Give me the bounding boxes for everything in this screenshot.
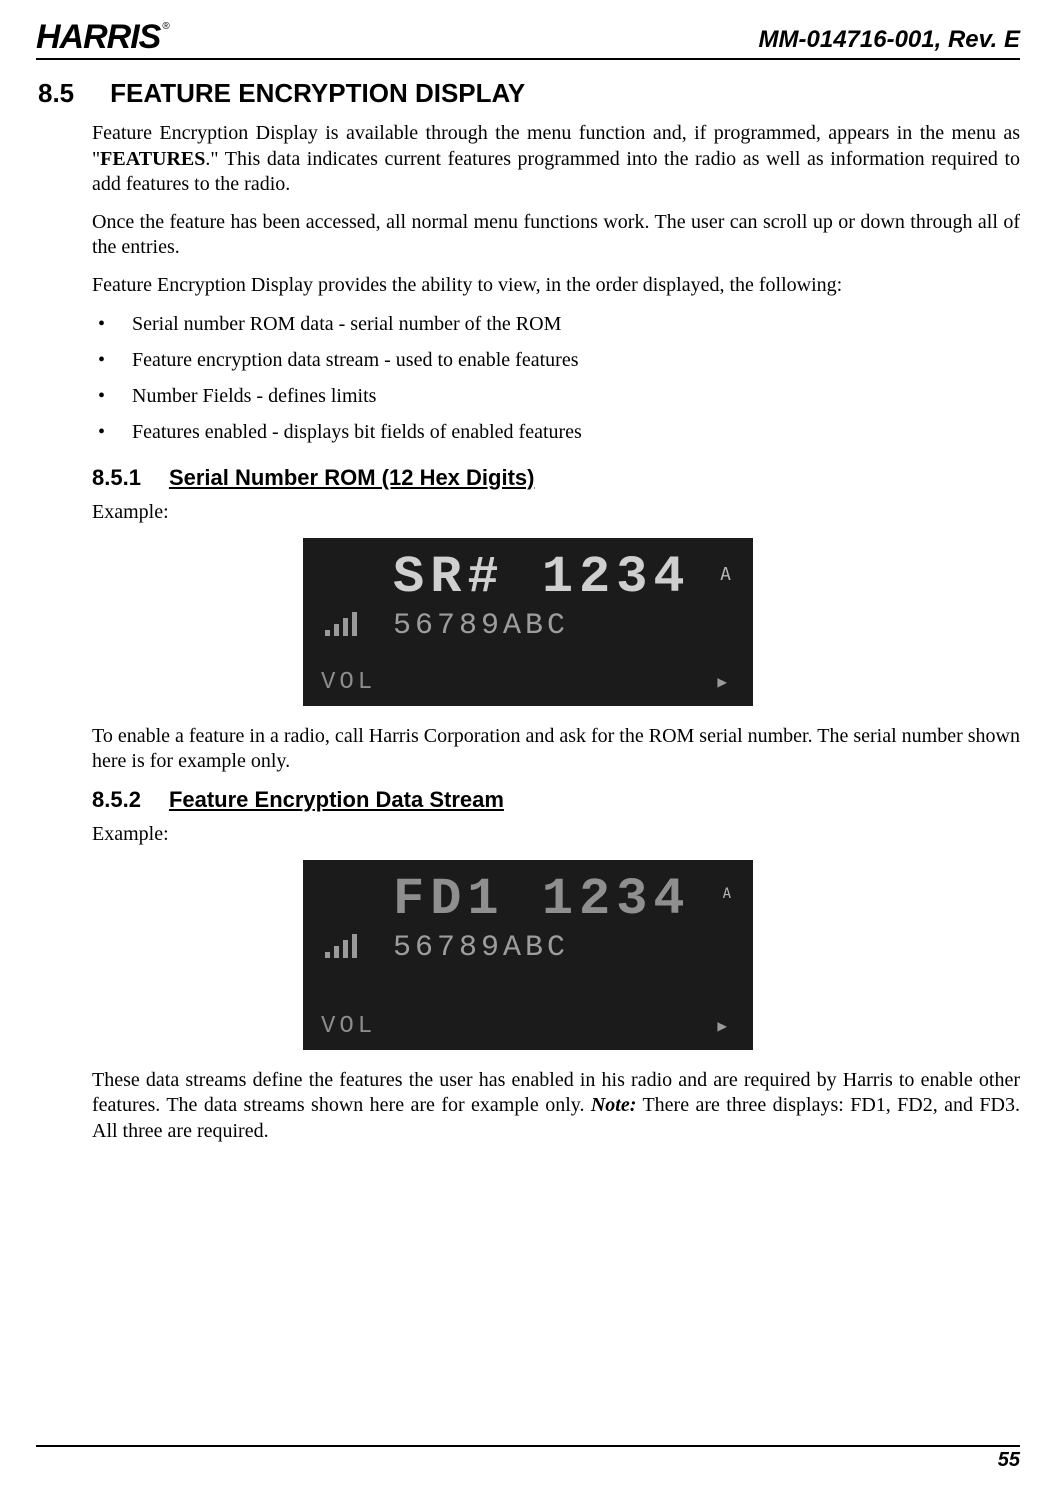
section-title: FEATURE ENCRYPTION DISPLAY	[110, 78, 525, 109]
paragraph: Feature Encryption Display is available …	[36, 121, 1020, 198]
paragraph: Once the feature has been accessed, all …	[36, 210, 1020, 261]
bullet-list: Serial number ROM data - serial number o…	[36, 311, 1020, 445]
list-item: Serial number ROM data - serial number o…	[92, 311, 1020, 337]
list-item: Features enabled - displays bit fields o…	[92, 419, 1020, 445]
example-label: Example:	[36, 501, 1020, 524]
lcd-line2: 56789ABC	[321, 930, 735, 966]
arrow-right-icon: ▶	[717, 1016, 727, 1036]
features-keyword: FEATURES	[100, 148, 205, 170]
subsection-title: Feature Encryption Data Stream	[169, 787, 504, 813]
lcd-line1: SR# 1234	[321, 552, 735, 604]
section-heading: 8.5 FEATURE ENCRYPTION DISPLAY	[36, 78, 1020, 109]
lcd-vol-label: VOL	[321, 669, 376, 696]
page-footer: 55	[36, 1445, 1020, 1472]
lcd-display-serial: SR# 1234 56789ABC VOL A ▶	[303, 538, 753, 706]
harris-logo: HARRIS ®	[36, 20, 167, 54]
example-label: Example:	[36, 823, 1020, 846]
page-number: 55	[998, 1449, 1020, 1471]
lcd-display-feature: FD1 1234 56789ABC VOL A ▶	[303, 860, 753, 1050]
note-label: Note:	[591, 1094, 637, 1116]
signal-bars-icon	[325, 934, 357, 958]
subsection-heading: 8.5.1 Serial Number ROM (12 Hex Digits)	[36, 465, 1020, 491]
registered-icon: ®	[162, 22, 168, 32]
logo-text: HARRIS	[36, 20, 160, 54]
paragraph: Feature Encryption Display provides the …	[36, 273, 1020, 299]
subsection-number: 8.5.1	[92, 465, 141, 491]
lcd-vol-label: VOL	[321, 1013, 376, 1040]
document-id: MM-014716-001, Rev. E	[759, 26, 1020, 54]
signal-bars-icon	[325, 612, 357, 636]
paragraph: These data streams define the features t…	[36, 1068, 1020, 1145]
section-number: 8.5	[38, 78, 74, 109]
paragraph: To enable a feature in a radio, call Har…	[36, 724, 1020, 775]
page-header: HARRIS ® MM-014716-001, Rev. E	[36, 20, 1020, 60]
subsection-title: Serial Number ROM (12 Hex Digits)	[169, 465, 535, 491]
list-item: Feature encryption data stream - used to…	[92, 347, 1020, 373]
list-item: Number Fields - defines limits	[92, 383, 1020, 409]
arrow-right-icon: ▶	[717, 672, 727, 692]
lcd-a-indicator: A	[720, 564, 731, 585]
subsection-heading: 8.5.2 Feature Encryption Data Stream	[36, 787, 1020, 813]
lcd-line2: 56789ABC	[321, 608, 735, 644]
subsection-number: 8.5.2	[92, 787, 141, 813]
lcd-line1: FD1 1234	[321, 874, 735, 926]
lcd-a-indicator: A	[723, 886, 731, 902]
